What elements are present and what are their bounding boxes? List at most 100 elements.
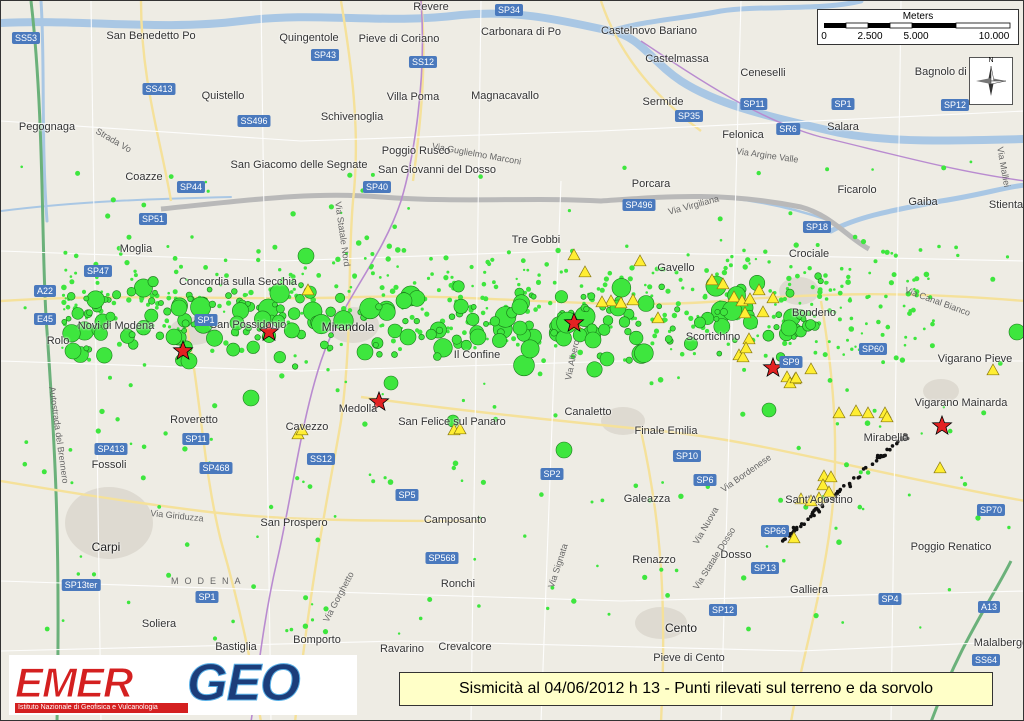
epicenter-circle <box>624 328 632 336</box>
epicenter-dot <box>217 303 222 309</box>
epicenter-dot <box>515 342 520 347</box>
epicenter-circle <box>470 303 477 310</box>
epicenter-dot <box>209 437 213 441</box>
epicenter-dot <box>778 497 784 503</box>
epicenter-dot <box>310 603 314 606</box>
epicenter-dot <box>564 268 569 273</box>
epicenter-dot <box>918 248 923 252</box>
epicenter-dot <box>226 300 232 306</box>
north-label: N <box>988 57 994 64</box>
epicenter-circle <box>395 292 413 310</box>
epicenter-dot <box>347 172 353 178</box>
epicenter-circle <box>418 334 425 341</box>
epicenter-dot <box>523 534 527 538</box>
epicenter-dot <box>364 235 370 241</box>
field-observation-triangle <box>633 254 647 267</box>
epicenter-dot <box>430 272 434 276</box>
epicenter-dot <box>418 616 423 621</box>
field-observation-triangle <box>567 248 581 261</box>
epicenter-dot <box>490 257 495 262</box>
logo-word-geo: GEO <box>187 654 302 713</box>
epicenter-dot <box>223 258 228 263</box>
epicenter-dot <box>129 442 133 446</box>
epicenter-dot <box>848 326 855 332</box>
epicenter-dot <box>141 202 147 208</box>
epicenter-dot <box>420 307 424 311</box>
epicenter-circle <box>295 294 305 304</box>
seismicity-layer <box>20 160 1023 641</box>
epicenter-dot <box>893 253 898 258</box>
epicenter-dot <box>392 224 398 230</box>
road-shield: SS64 <box>971 654 1001 666</box>
epicenter-dot <box>688 315 694 321</box>
epicenter-dot <box>68 448 73 452</box>
epicenter-circle <box>433 352 442 361</box>
epicenter-dot <box>212 403 218 409</box>
epicenter-circle <box>599 351 615 367</box>
place-label: Revere <box>413 1 449 13</box>
epicenter-dot <box>493 284 499 290</box>
epicenter-dot <box>825 167 830 172</box>
epicenter-dot <box>969 160 973 164</box>
epicenter-dot <box>920 432 923 435</box>
place-label: San Possidonio <box>209 319 287 331</box>
epicenter-dot <box>836 539 842 545</box>
epicenter-dot <box>64 297 67 300</box>
epicenter-dot <box>75 170 81 176</box>
epicenter-dot <box>767 260 771 264</box>
epicenter-circle <box>780 319 798 337</box>
place-label: Ceneselli <box>740 67 786 79</box>
epicenter-dot <box>837 290 843 296</box>
epicenter-dot <box>292 287 296 291</box>
epicenter-dot <box>108 375 112 380</box>
epicenter-dot <box>396 265 399 268</box>
road-shield: SP60 <box>858 343 888 355</box>
epicenter-dot <box>845 279 851 286</box>
place-label: Dosso <box>720 549 752 561</box>
epicenter-circle <box>287 307 301 320</box>
aerial-survey-point <box>848 482 852 487</box>
place-label: Quistello <box>201 90 245 102</box>
epicenter-dot <box>717 216 723 222</box>
epicenter-dot <box>383 476 387 480</box>
epicenter-dot <box>941 165 947 171</box>
place-label: Bondeno <box>791 307 837 319</box>
place-label: Cavezzo <box>285 421 329 433</box>
road-shield: A13 <box>977 601 1001 613</box>
epicenter-dot <box>483 296 489 302</box>
place-label: Camposanto <box>423 514 487 526</box>
road-shield: SS12 <box>306 453 336 465</box>
epicenter-circle <box>319 340 329 350</box>
epicenter-dot <box>702 294 708 300</box>
epicenter-circle <box>520 339 540 359</box>
epicenter-dot <box>546 606 550 611</box>
epicenter-dot <box>552 280 557 285</box>
epicenter-dot <box>795 273 800 279</box>
epicenter-dot <box>817 287 823 292</box>
epicenter-circle <box>762 329 775 342</box>
epicenter-dot <box>371 479 376 484</box>
epicenter-dot <box>888 280 895 286</box>
epicenter-dot <box>41 469 47 475</box>
place-label: Bomporto <box>293 634 341 646</box>
place-label: Finale Emilia <box>634 425 698 437</box>
aerial-survey-point <box>877 454 881 459</box>
epicenter-dot <box>398 347 402 352</box>
epicenter-dot <box>163 431 168 436</box>
epicenter-dot <box>462 330 467 336</box>
epicenter-circle <box>181 319 190 328</box>
epicenter-dot <box>603 276 610 282</box>
epicenter-dot <box>865 322 868 326</box>
road-shield: SP1 <box>194 314 218 326</box>
epicenter-dot <box>721 269 728 276</box>
epicenter-dot <box>173 269 179 275</box>
epicenter-circle <box>555 441 573 459</box>
epicenter-circle <box>448 313 456 320</box>
road-shield: SP47 <box>83 265 113 277</box>
epicenter-circle <box>492 333 507 348</box>
epicenter-dot <box>483 382 486 385</box>
epicenter-dot <box>937 244 941 249</box>
epicenter-dot <box>742 367 747 372</box>
field-observation-triangle <box>789 371 803 384</box>
epicenter-dot <box>370 271 375 276</box>
